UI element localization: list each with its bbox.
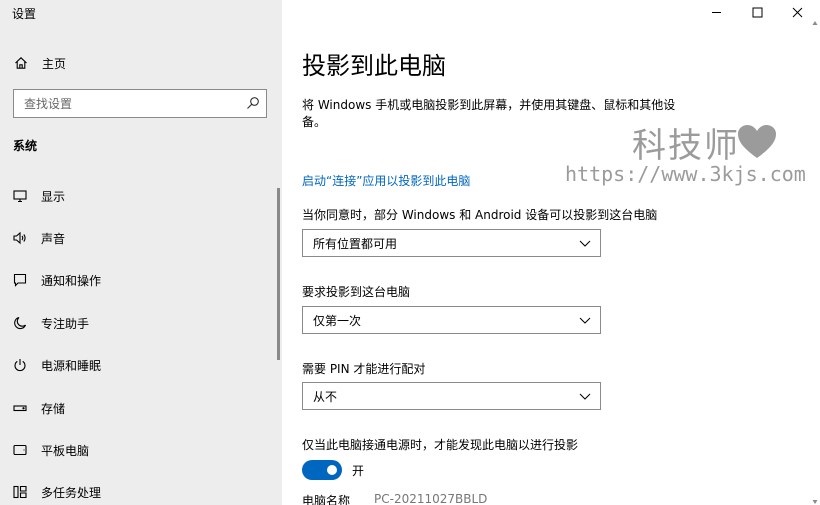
- sidebar-item-label: 存储: [41, 401, 66, 416]
- dropdown-value: 仅第一次: [313, 313, 362, 328]
- request-label: 要求投影到这台电脑: [302, 285, 411, 299]
- sidebar-item-label: 专注助手: [41, 316, 90, 331]
- home-label: 主页: [42, 56, 67, 71]
- chevron-down-icon: [579, 240, 591, 247]
- request-dropdown[interactable]: 仅第一次: [302, 306, 601, 334]
- sidebar: 设置 主页 系统 显示 声音 通知和操作 专注助手 电源和睡眠 存储 平板电脑 …: [0, 0, 282, 505]
- home-icon: [15, 57, 27, 69]
- minimize-button[interactable]: [702, 2, 730, 22]
- main-scrollbar[interactable]: [812, 20, 818, 505]
- pin-label: 需要 PIN 才能进行配对: [302, 362, 426, 376]
- sidebar-item-label: 平板电脑: [41, 443, 90, 458]
- power-discovery-label: 仅当此电脑接通电源时，才能发现此电脑以进行投影: [302, 438, 579, 452]
- toggle-state-label: 开: [352, 464, 365, 478]
- search-input[interactable]: [14, 90, 266, 117]
- maximize-button[interactable]: [743, 2, 771, 22]
- pc-name-label: 电脑名称: [302, 494, 351, 505]
- sidebar-item-multitasking[interactable]: 多任务处理: [13, 481, 101, 503]
- pin-dropdown[interactable]: 从不: [302, 382, 601, 410]
- watermark-text: 科技师: [632, 126, 740, 166]
- sidebar-item-label: 显示: [41, 189, 66, 204]
- moon-icon: [14, 316, 27, 330]
- home-nav[interactable]: 主页: [14, 53, 66, 73]
- sidebar-item-focus-assist[interactable]: 专注助手: [13, 312, 89, 334]
- launch-connect-link[interactable]: 启动“连接”应用以投影到此电脑: [302, 172, 470, 189]
- dropdown-value: 所有位置都可用: [313, 236, 398, 251]
- watermark-url: https://www.3kjs.com: [565, 162, 806, 186]
- search-icon[interactable]: [246, 96, 260, 110]
- sidebar-item-notifications[interactable]: 通知和操作: [13, 269, 101, 291]
- minimize-icon: [711, 11, 721, 13]
- main-panel: 投影到此电脑 将 Windows 手机或电脑投影到此屏幕，并使用其键盘、鼠标和其…: [282, 0, 820, 505]
- sidebar-item-label: 电源和睡眠: [41, 358, 102, 373]
- page-title: 投影到此电脑: [302, 52, 446, 80]
- app-title: 设置: [12, 7, 37, 21]
- availability-dropdown[interactable]: 所有位置都可用: [302, 229, 601, 257]
- section-title: 系统: [13, 139, 38, 153]
- heart-icon: [738, 125, 776, 158]
- chevron-down-icon: [579, 317, 591, 324]
- sidebar-item-sound[interactable]: 声音: [13, 227, 65, 249]
- chevron-down-icon: [579, 393, 591, 400]
- sidebar-item-label: 多任务处理: [41, 485, 102, 500]
- sidebar-item-storage[interactable]: 存储: [13, 397, 65, 419]
- message-icon: [13, 273, 27, 287]
- availability-label: 当你同意时，部分 Windows 和 Android 设备可以投影到这台电脑: [302, 208, 658, 222]
- power-discovery-toggle[interactable]: [302, 460, 342, 480]
- close-button[interactable]: [783, 2, 811, 22]
- sidebar-item-power[interactable]: 电源和睡眠: [13, 354, 101, 376]
- sidebar-item-display[interactable]: 显示: [13, 185, 65, 207]
- speaker-icon: [13, 231, 26, 245]
- tablet-icon: [13, 444, 27, 456]
- search-box[interactable]: [13, 89, 267, 118]
- sidebar-item-tablet[interactable]: 平板电脑: [13, 439, 89, 461]
- sidebar-item-label: 声音: [41, 231, 66, 246]
- drive-icon: [13, 405, 27, 412]
- close-icon: [792, 7, 802, 17]
- pc-name-value: PC-20211027BBLD: [374, 492, 488, 505]
- maximize-icon: [752, 7, 762, 17]
- toggle-knob: [327, 465, 337, 475]
- monitor-icon: [13, 190, 27, 203]
- sidebar-scrollbar[interactable]: [277, 188, 280, 360]
- dropdown-value: 从不: [313, 389, 338, 404]
- sidebar-item-label: 通知和操作: [41, 273, 102, 288]
- multitask-icon: [13, 485, 27, 499]
- power-icon: [14, 359, 26, 372]
